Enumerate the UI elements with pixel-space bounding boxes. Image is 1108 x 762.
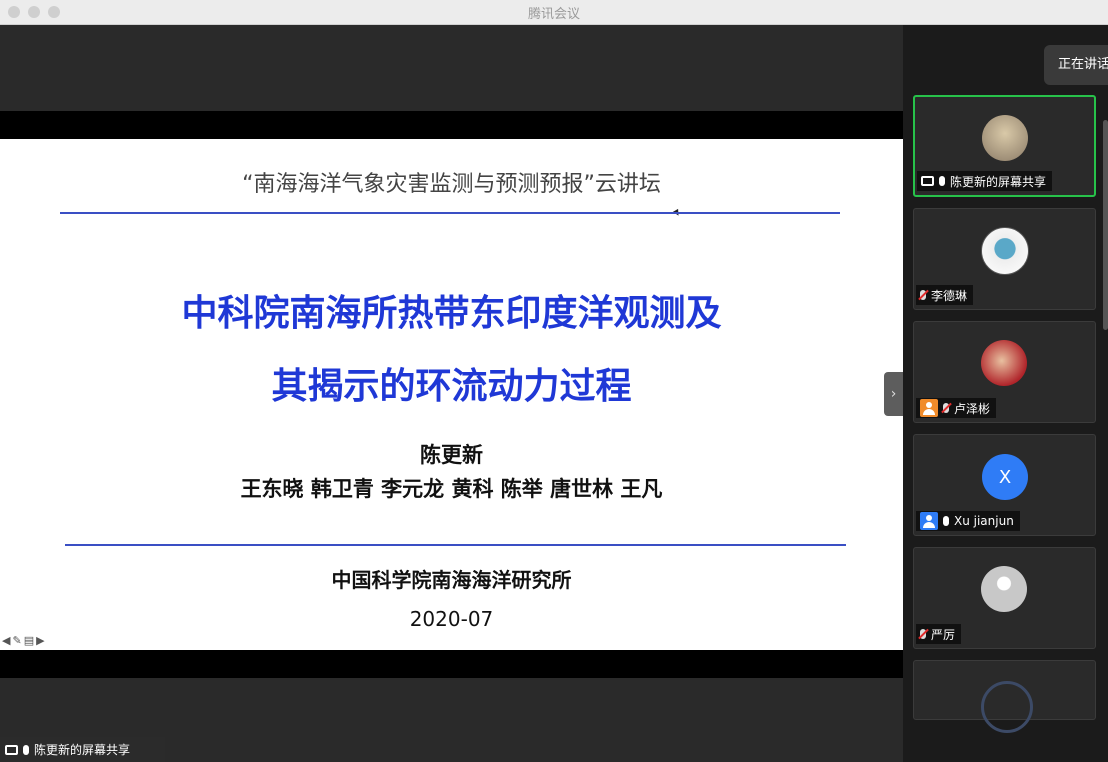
user-icon bbox=[920, 399, 938, 417]
avatar bbox=[981, 340, 1027, 386]
slide-title-line1: 中科院南海所热带东印度洋观测及 bbox=[181, 293, 722, 334]
participant-name: 陈更新的屏幕共享 bbox=[950, 174, 1047, 189]
presenter-name: 陈更新 bbox=[420, 443, 483, 467]
presentation-slide: “南海海洋气象灾害监测与预测预报”云讲坛 中科院南海所热带东印度洋观测及 其揭示… bbox=[0, 139, 903, 650]
microphone-muted-icon bbox=[943, 403, 949, 413]
slide-subtitle: “南海海洋气象灾害监测与预测预报”云讲坛 bbox=[242, 172, 661, 197]
screen-share-label: 陈更新的屏幕共享 bbox=[34, 743, 131, 757]
menu-icon[interactable]: ▤ bbox=[24, 634, 36, 647]
screen-share-indicator: 陈更新的屏幕共享 bbox=[0, 737, 165, 762]
next-arrow-icon[interactable]: ▶ bbox=[36, 634, 46, 647]
panel-scrollbar[interactable] bbox=[1103, 120, 1108, 330]
prev-arrow-icon[interactable]: ◀ bbox=[2, 634, 12, 647]
microphone-icon bbox=[23, 744, 29, 755]
participant-label: 卢泽彬 bbox=[916, 398, 997, 418]
avatar bbox=[981, 227, 1029, 275]
participant-tile[interactable]: 陈更新的屏幕共享 bbox=[913, 95, 1096, 197]
letterbox-top bbox=[0, 111, 903, 139]
pen-icon[interactable]: ✎ bbox=[12, 634, 23, 647]
institution: 中国科学院南海海洋研究所 bbox=[331, 568, 572, 592]
default-avatar-icon bbox=[981, 566, 1027, 612]
slide-date: 2020-07 bbox=[409, 607, 494, 631]
participant-name: 卢泽彬 bbox=[954, 401, 991, 416]
avatar bbox=[981, 681, 1033, 733]
microphone-muted-icon bbox=[920, 290, 926, 300]
participant-tile[interactable]: 卢泽彬 bbox=[913, 321, 1096, 423]
divider-top bbox=[60, 212, 840, 214]
participant-label: 陈更新的屏幕共享 bbox=[917, 171, 1053, 191]
window-title: 腾讯会议 bbox=[527, 7, 580, 22]
user-icon bbox=[920, 512, 938, 530]
collapse-panel-button[interactable]: › bbox=[884, 372, 903, 416]
microphone-icon bbox=[943, 516, 949, 526]
participant-label: 严厉 bbox=[916, 624, 962, 644]
microphone-muted-icon bbox=[920, 629, 926, 639]
microphone-icon bbox=[939, 176, 945, 186]
participant-tile[interactable] bbox=[913, 660, 1096, 733]
divider-bottom bbox=[65, 544, 846, 546]
screen-share-icon bbox=[921, 176, 934, 186]
speaking-indicator: 正在讲话 bbox=[1044, 45, 1108, 85]
slide-nav-tools[interactable]: ◀✎▤▶ bbox=[2, 634, 47, 647]
screen-share-icon bbox=[5, 744, 18, 755]
coauthors: 王东晓 韩卫青 李元龙 黄科 陈举 唐世林 王凡 bbox=[240, 477, 663, 501]
participant-tile[interactable]: X Xu jianjun bbox=[913, 434, 1096, 536]
chevron-right-icon: › bbox=[890, 386, 897, 402]
avatar bbox=[982, 115, 1028, 161]
participant-name: 李德琳 bbox=[931, 288, 968, 303]
participants-panel: 正在讲话 陈更新的屏幕共享 李德琳 卢泽彬 X Xu jianjun 严厉 bbox=[903, 25, 1108, 762]
participant-name: 严厉 bbox=[931, 627, 956, 642]
participant-name: Xu jianjun bbox=[954, 514, 1014, 528]
participant-label: Xu jianjun bbox=[916, 511, 1020, 531]
letterbox-bottom bbox=[0, 650, 903, 678]
participant-tile[interactable]: 李德琳 bbox=[913, 208, 1096, 310]
avatar: X bbox=[982, 454, 1028, 500]
slide-title-line2: 其揭示的环流动力过程 bbox=[271, 366, 632, 407]
participant-tile[interactable]: 严厉 bbox=[913, 547, 1096, 649]
window-titlebar: 腾讯会议 bbox=[0, 0, 1108, 25]
participant-label: 李德琳 bbox=[916, 285, 974, 305]
